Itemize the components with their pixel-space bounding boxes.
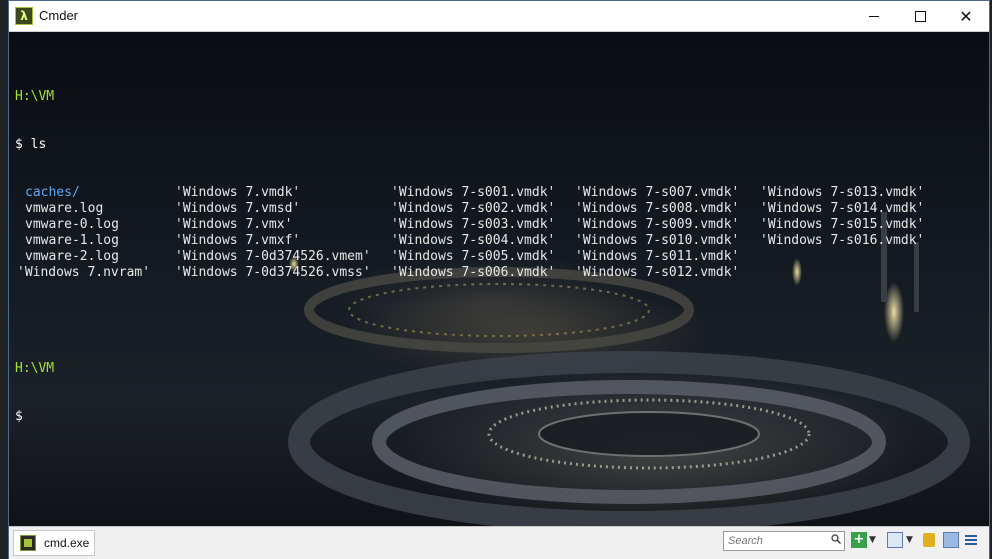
listing-entry: 'Windows 7-s003.vmdk' <box>391 217 556 232</box>
prompt-path: H:\VM <box>15 89 55 104</box>
chevron-down-icon[interactable]: ▼ <box>906 535 916 551</box>
command-line: $ ls <box>15 137 62 153</box>
ls-output: caches/ 'Windows 7.vmdk' 'Windows 7-s001.v… <box>15 185 924 281</box>
lock-icon[interactable] <box>923 533 935 547</box>
chevron-down-icon[interactable]: ▼ <box>869 535 879 551</box>
listing-entry: 'Windows 7-s016.vmdk' <box>760 233 925 248</box>
maximize-icon <box>914 10 926 22</box>
listing-entry: 'Windows 7-s013.vmdk' <box>760 185 925 200</box>
terminal-console[interactable]: H:\VM $ ls caches/'Windows 7.vmdk' 'Windo… <box>9 32 989 526</box>
pane-icon[interactable] <box>943 532 959 548</box>
close-button[interactable]: ✕ <box>943 1 989 31</box>
listing-entry: 'Windows 7-s006.vmdk' <box>391 265 556 280</box>
listing-entry: 'Windows 7-s009.vmdk' <box>575 217 740 232</box>
window-title: Cmder <box>39 8 79 23</box>
listing-entry: 'Windows 7.vmxf' <box>175 233 301 248</box>
search-icon[interactable] <box>831 534 841 544</box>
prompt-sign: $ <box>15 409 23 424</box>
listing-entry: 'Windows 7.vmx' <box>175 217 293 232</box>
listing-entry: 'Windows 7-s005.vmdk' <box>391 249 556 264</box>
input-line[interactable]: $ <box>15 409 62 425</box>
listing-entry: 'Windows 7-s012.vmdk' <box>575 265 740 280</box>
terminal-output: H:\VM $ ls caches/'Windows 7.vmdk' 'Windo… <box>15 57 924 457</box>
prompt-sign: $ <box>15 137 23 152</box>
tab-label: cmd.exe <box>44 536 90 550</box>
listing-entry: 'Windows 7-s014.vmdk' <box>760 201 925 216</box>
listing-entry: 'Windows 7-0d374526.vmem' <box>175 249 371 264</box>
prompt-path: H:\VM <box>15 361 55 376</box>
status-bar: cmd.exe Search + ▼ ▼ <box>9 526 989 559</box>
prompt-line: H:\VM <box>15 361 62 377</box>
listing-entry: 'Windows 7-s011.vmdk' <box>575 249 740 264</box>
listing-entry: 'Windows 7-s002.vmdk' <box>391 201 556 216</box>
listing-entry: 'Windows 7-s007.vmdk' <box>575 185 740 200</box>
listing-entry: 'Windows 7-s001.vmdk' <box>391 185 556 200</box>
console-icon <box>20 535 36 551</box>
listing-entry: vmware.log <box>25 201 104 216</box>
listing-entry: 'Windows 7-s008.vmdk' <box>575 201 740 216</box>
new-console-icon[interactable]: + <box>851 532 867 548</box>
tab-cmd[interactable]: cmd.exe <box>13 530 95 556</box>
listing-entry: 'Windows 7-0d374526.vmss' <box>175 265 371 280</box>
listing-entry: 'Windows 7-s004.vmdk' <box>391 233 556 248</box>
title-bar[interactable]: λ Cmder ✕ <box>9 1 989 32</box>
minimize-button[interactable] <box>851 1 897 31</box>
prompt-line: H:\VM <box>15 89 62 105</box>
command-text: ls <box>30 137 47 152</box>
minimize-icon <box>869 15 879 17</box>
listing-entry: caches/ <box>25 185 80 200</box>
lambda-icon[interactable]: λ <box>15 7 33 25</box>
listing-entry: 'Windows 7-s010.vmdk' <box>575 233 740 248</box>
search-placeholder: Search <box>728 535 763 547</box>
search-input[interactable]: Search <box>723 531 845 551</box>
cmder-window: λ Cmder ✕ H:\VM $ ls caches/ 'Windows 7.… <box>8 0 990 559</box>
listing-entry: vmware-2.log <box>25 249 119 264</box>
listing-entry: vmware-0.log <box>25 217 119 232</box>
menu-icon[interactable] <box>963 532 979 548</box>
listing-entry: 'Windows 7.vmsd' <box>175 201 301 216</box>
listing-entry: vmware-1.log <box>25 233 119 248</box>
close-icon: ✕ <box>959 6 973 26</box>
split-view-icon[interactable] <box>887 532 903 548</box>
listing-entry: 'Windows 7-s015.vmdk' <box>760 217 925 232</box>
listing-entry: 'Windows 7.nvram' <box>17 265 151 280</box>
maximize-button[interactable] <box>897 1 943 31</box>
listing-entry: 'Windows 7.vmdk' <box>175 185 301 200</box>
